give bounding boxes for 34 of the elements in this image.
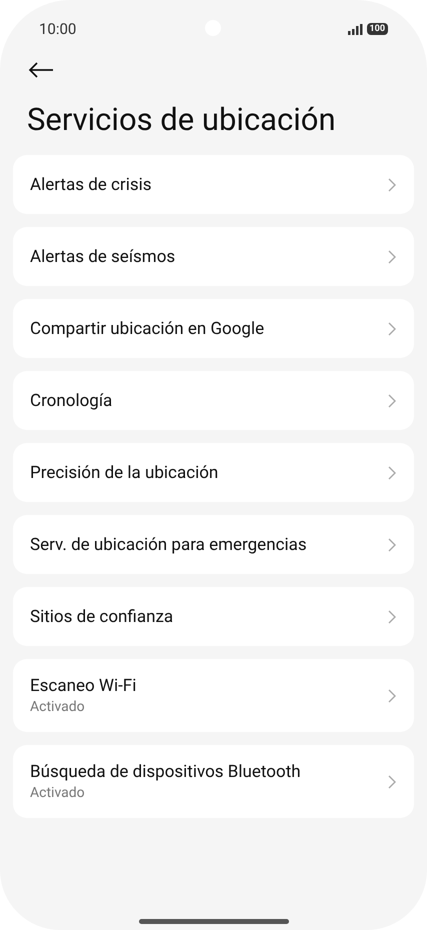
status-time: 10:00 — [39, 18, 76, 40]
item-label: Precisión de la ubicación — [30, 462, 218, 484]
chevron-icon — [388, 610, 396, 624]
chevron-icon — [388, 538, 396, 552]
item-label: Escaneo Wi-Fi — [30, 674, 136, 696]
chevron-icon — [388, 466, 396, 480]
settings-item[interactable]: Serv. de ubicación para emergencias — [13, 515, 414, 574]
chevron-icon — [388, 688, 396, 702]
settings-item[interactable]: Cronología — [13, 371, 414, 430]
item-label: Alertas de seísmos — [30, 246, 176, 268]
settings-item[interactable]: Escaneo Wi-Fi Activado — [13, 659, 414, 732]
back-arrow-icon — [28, 62, 54, 78]
battery-indicator: 100 — [366, 23, 388, 35]
settings-item[interactable]: Alertas de seísmos — [13, 227, 414, 286]
signal-icon — [348, 24, 362, 34]
chevron-icon — [388, 178, 396, 192]
item-label: Sitios de confianza — [30, 606, 174, 628]
settings-item[interactable]: Alertas de crisis — [13, 155, 414, 214]
item-label: Alertas de crisis — [30, 174, 152, 196]
item-label: Búsqueda de dispositivos Bluetooth — [30, 760, 301, 782]
item-label: Serv. de ubicación para emergencias — [30, 534, 307, 556]
settings-item[interactable]: Sitios de confianza — [13, 587, 414, 646]
item-summary: Activado — [30, 784, 86, 802]
item-summary: Activado — [30, 698, 86, 716]
settings-item[interactable]: Compartir ubicación en Google — [13, 299, 414, 358]
chevron-icon — [388, 394, 396, 408]
settings-item[interactable]: Precisión de la ubicación — [13, 443, 414, 502]
chevron-icon — [388, 250, 396, 264]
chevron-icon — [388, 322, 396, 336]
item-label: Compartir ubicación en Google — [30, 318, 264, 340]
item-label: Cronología — [30, 390, 112, 412]
chevron-icon — [388, 774, 396, 788]
settings-item[interactable]: Búsqueda de dispositivos Bluetooth Activado — [13, 745, 414, 818]
page-title: Servicios de ubicación — [27, 100, 337, 140]
